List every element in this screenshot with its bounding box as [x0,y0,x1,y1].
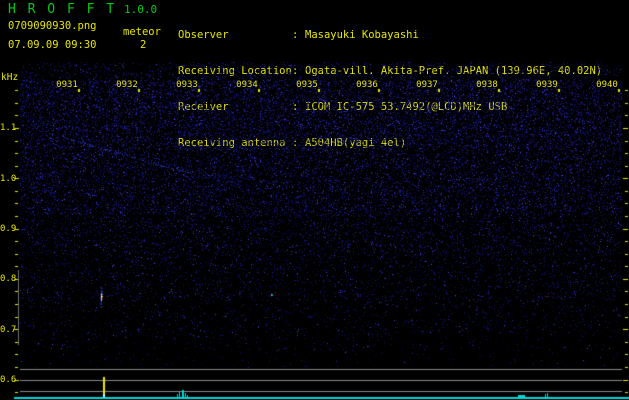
x-axis-label-0936: 0936 [356,80,378,90]
info-label: Observer [178,29,229,41]
x-axis-label-0940: 0940 [596,80,618,90]
echo-count: 2 [140,39,147,51]
y-axis-label-1.1: 1.1 [0,123,17,133]
info-separator: : [292,29,299,41]
x-axis-label-0935: 0935 [296,80,318,90]
app-version: 1.0.0 [124,3,158,16]
hrofft-window: H R O F F T 1.0.0 0709090930.png meteor … [0,0,629,400]
mode-label: meteor [123,26,161,38]
app-title: H R O F F T [8,2,117,17]
y-axis-label-0.7: 0.7 [0,325,17,335]
output-filename: 0709090930.png [8,20,97,32]
spectrogram-canvas [0,60,629,400]
x-axis-label-0934: 0934 [236,80,258,90]
y-axis-label-0.9: 0.9 [0,224,17,234]
x-axis-label-0933: 0933 [176,80,198,90]
x-axis-label-0938: 0938 [476,80,498,90]
y-axis-label-1.0: 1.0 [0,174,17,184]
info-value: Masayuki Kobayashi [305,29,419,41]
x-axis-label-0937: 0937 [416,80,438,90]
x-axis-label-0932: 0932 [116,80,138,90]
y-axis-label-0.8: 0.8 [0,274,17,284]
info-row-observer: Observer: Masayuki Kobayashi [178,29,602,41]
y-axis-label-0.6: 0.6 [0,375,17,385]
x-axis-label-0939: 0939 [536,80,558,90]
timestamp: 07.09.09 09:30 [8,39,97,51]
y-axis-unit-label: kHz [1,72,19,83]
x-axis-label-0931: 0931 [56,80,78,90]
